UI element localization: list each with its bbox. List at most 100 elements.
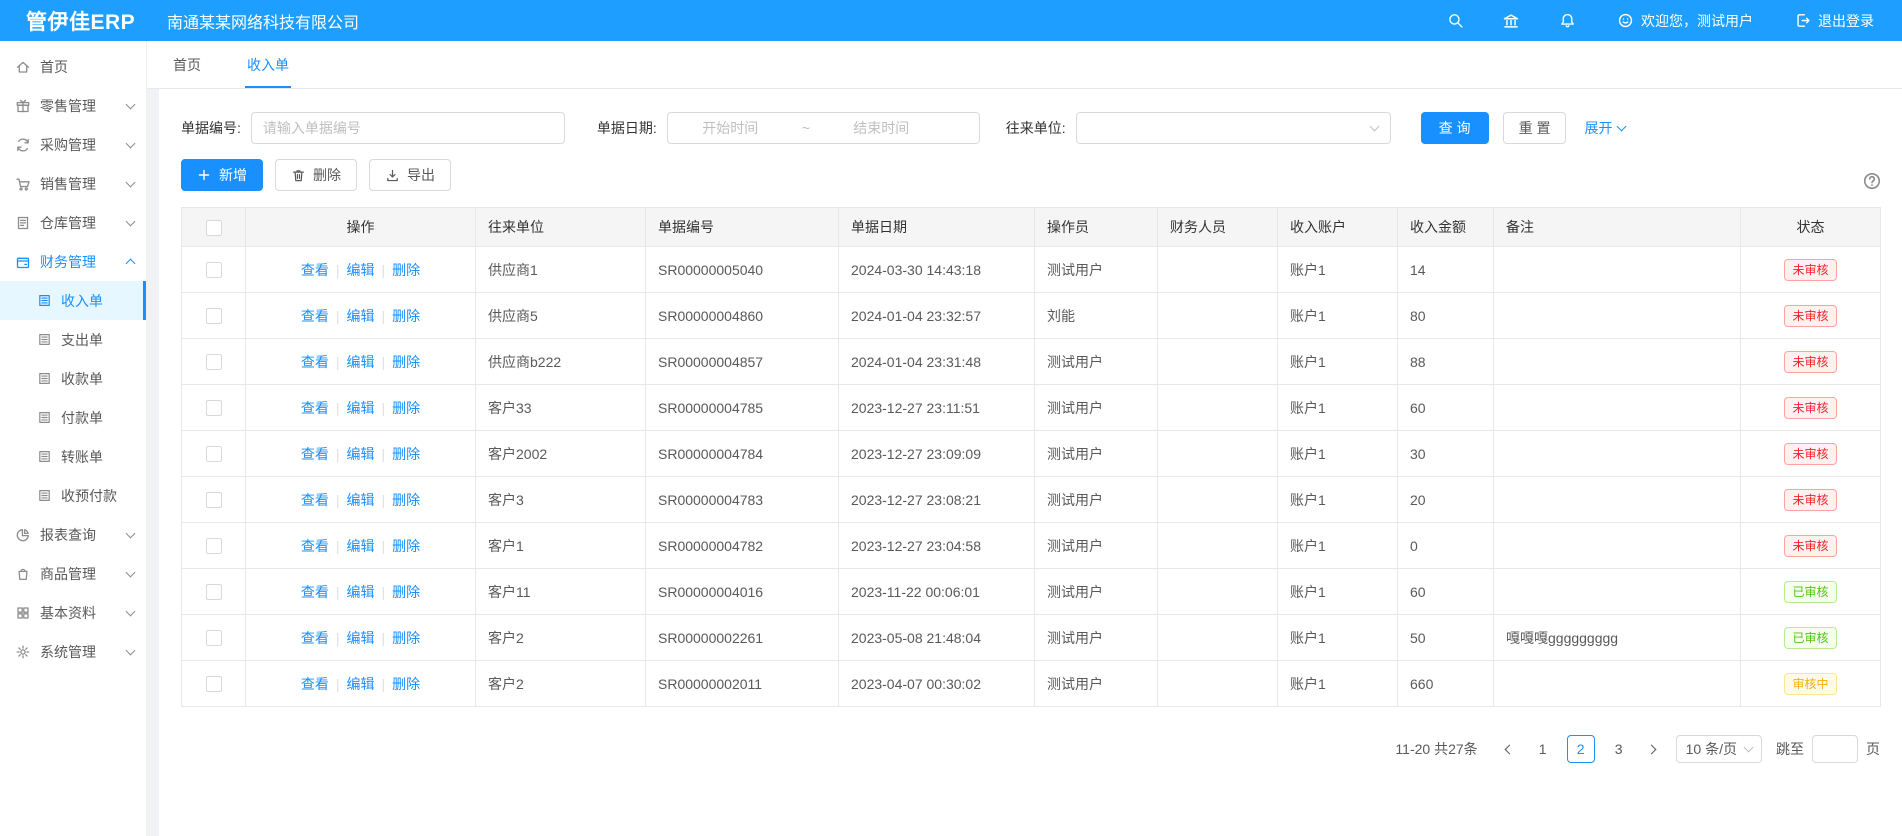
delete-link[interactable]: 删除 bbox=[392, 354, 420, 370]
pagination-summary: 11-20 共27条 bbox=[1395, 739, 1477, 759]
view-link[interactable]: 查看 bbox=[301, 262, 329, 278]
view-link[interactable]: 查看 bbox=[301, 676, 329, 692]
sidebar-item-finance[interactable]: 财务管理 bbox=[0, 242, 146, 281]
sidebar-item-home[interactable]: 首页 bbox=[0, 47, 146, 86]
partner-select[interactable] bbox=[1076, 112, 1391, 144]
bell-icon[interactable] bbox=[1558, 12, 1576, 30]
date-end-input[interactable] bbox=[819, 119, 944, 137]
date-range-picker[interactable]: ~ bbox=[667, 112, 980, 144]
sidebar-item-sales[interactable]: 销售管理 bbox=[0, 164, 146, 203]
row-actions: 查看|编辑|删除 bbox=[246, 247, 476, 293]
row-checkbox[interactable] bbox=[206, 262, 222, 278]
search-icon[interactable] bbox=[1446, 12, 1464, 30]
doc-no-input[interactable] bbox=[251, 112, 565, 144]
sidebar-item-warehouse[interactable]: 仓库管理 bbox=[0, 203, 146, 242]
expand-toggle[interactable]: 展开 bbox=[1584, 118, 1625, 138]
view-link[interactable]: 查看 bbox=[301, 492, 329, 508]
next-page-button[interactable] bbox=[1638, 735, 1666, 763]
cell-date: 2023-12-27 23:08:21 bbox=[839, 477, 1035, 523]
delete-link[interactable]: 删除 bbox=[392, 446, 420, 462]
delete-link[interactable]: 删除 bbox=[392, 630, 420, 646]
sidebar-item-income[interactable]: 收入单 bbox=[0, 281, 146, 320]
view-link[interactable]: 查看 bbox=[301, 400, 329, 416]
date-start-input[interactable] bbox=[668, 119, 793, 137]
delete-link[interactable]: 删除 bbox=[392, 538, 420, 554]
edit-link[interactable]: 编辑 bbox=[347, 262, 375, 278]
reset-button[interactable]: 重 置 bbox=[1503, 112, 1567, 144]
edit-link[interactable]: 编辑 bbox=[347, 308, 375, 324]
edit-link[interactable]: 编辑 bbox=[347, 354, 375, 370]
row-checkbox[interactable] bbox=[206, 584, 222, 600]
cell-operator: 测试用户 bbox=[1035, 431, 1158, 477]
sidebar-item-system[interactable]: 系统管理 bbox=[0, 632, 146, 671]
row-checkbox[interactable] bbox=[206, 630, 222, 646]
row-checkbox[interactable] bbox=[206, 492, 222, 508]
delete-link[interactable]: 删除 bbox=[392, 676, 420, 692]
sidebar-item-goods[interactable]: 商品管理 bbox=[0, 554, 146, 593]
cell-account: 账户1 bbox=[1278, 293, 1398, 339]
export-label: 导出 bbox=[407, 165, 435, 185]
sidebar-item-purchase[interactable]: 采购管理 bbox=[0, 125, 146, 164]
sidebar-item-receipt[interactable]: 收款单 bbox=[0, 359, 146, 398]
view-link[interactable]: 查看 bbox=[301, 630, 329, 646]
sidebar-item-payment[interactable]: 付款单 bbox=[0, 398, 146, 437]
tab-income[interactable]: 收入单 bbox=[245, 41, 291, 88]
edit-link[interactable]: 编辑 bbox=[347, 630, 375, 646]
delete-link[interactable]: 删除 bbox=[392, 308, 420, 324]
sidebar-item-expense[interactable]: 支出单 bbox=[0, 320, 146, 359]
sidebar-item-transfer[interactable]: 转账单 bbox=[0, 437, 146, 476]
view-link[interactable]: 查看 bbox=[301, 354, 329, 370]
doc-no-label: 单据编号: bbox=[181, 118, 241, 138]
page-number-3[interactable]: 3 bbox=[1605, 735, 1633, 763]
sidebar-item-label: 转账单 bbox=[61, 447, 103, 467]
delete-link[interactable]: 删除 bbox=[392, 262, 420, 278]
row-checkbox[interactable] bbox=[206, 446, 222, 462]
edit-link[interactable]: 编辑 bbox=[347, 400, 375, 416]
sidebar-item-basic[interactable]: 基本资料 bbox=[0, 593, 146, 632]
tab-home[interactable]: 首页 bbox=[171, 41, 203, 88]
delete-button[interactable]: 删除 bbox=[275, 159, 357, 191]
column-header: 状态 bbox=[1741, 208, 1881, 247]
search-button[interactable]: 查 询 bbox=[1421, 112, 1489, 144]
user-menu[interactable]: 欢迎您，测试用户 bbox=[1616, 11, 1753, 31]
link-separator: | bbox=[336, 630, 340, 646]
cell-partner: 客户1 bbox=[476, 523, 646, 569]
edit-link[interactable]: 编辑 bbox=[347, 492, 375, 508]
view-link[interactable]: 查看 bbox=[301, 446, 329, 462]
page-number-2[interactable]: 2 bbox=[1567, 735, 1595, 763]
view-link[interactable]: 查看 bbox=[301, 538, 329, 554]
edit-link[interactable]: 编辑 bbox=[347, 584, 375, 600]
row-checkbox[interactable] bbox=[206, 538, 222, 554]
view-link[interactable]: 查看 bbox=[301, 308, 329, 324]
select-all-checkbox[interactable] bbox=[206, 220, 222, 236]
status-badge: 未审核 bbox=[1784, 259, 1836, 281]
cell-date: 2023-05-08 21:48:04 bbox=[839, 615, 1035, 661]
date-label: 单据日期: bbox=[597, 118, 657, 138]
sidebar-item-advance[interactable]: 收预付款 bbox=[0, 476, 146, 515]
delete-label: 删除 bbox=[313, 165, 341, 185]
report-icon bbox=[15, 527, 31, 543]
row-checkbox[interactable] bbox=[206, 308, 222, 324]
delete-link[interactable]: 删除 bbox=[392, 584, 420, 600]
jump-page-input[interactable] bbox=[1812, 735, 1858, 763]
page-size-select[interactable]: 10 条/页 bbox=[1676, 735, 1762, 763]
sidebar-item-retail[interactable]: 零售管理 bbox=[0, 86, 146, 125]
delete-link[interactable]: 删除 bbox=[392, 492, 420, 508]
edit-link[interactable]: 编辑 bbox=[347, 446, 375, 462]
edit-link[interactable]: 编辑 bbox=[347, 538, 375, 554]
prev-page-button[interactable] bbox=[1496, 735, 1524, 763]
row-checkbox[interactable] bbox=[206, 354, 222, 370]
page-number-1[interactable]: 1 bbox=[1529, 735, 1557, 763]
welcome-text: 欢迎您，测试用户 bbox=[1641, 11, 1753, 31]
export-button[interactable]: 导出 bbox=[369, 159, 451, 191]
delete-link[interactable]: 删除 bbox=[392, 400, 420, 416]
help-question-icon[interactable] bbox=[1862, 171, 1882, 191]
bank-icon[interactable] bbox=[1502, 12, 1520, 30]
view-link[interactable]: 查看 bbox=[301, 584, 329, 600]
row-checkbox[interactable] bbox=[206, 400, 222, 416]
sidebar-item-report[interactable]: 报表查询 bbox=[0, 515, 146, 554]
logout-button[interactable]: 退出登录 bbox=[1793, 11, 1874, 31]
row-checkbox[interactable] bbox=[206, 676, 222, 692]
add-button[interactable]: 新增 bbox=[181, 159, 263, 191]
edit-link[interactable]: 编辑 bbox=[347, 676, 375, 692]
